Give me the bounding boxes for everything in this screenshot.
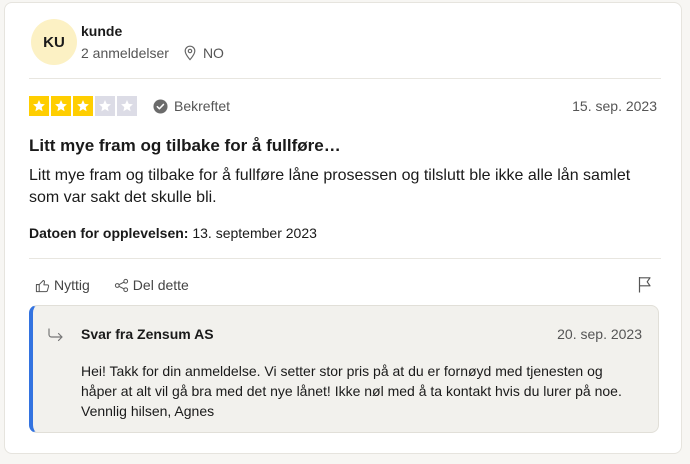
review-body-line: Litt mye fram og tilbake for å fullføre … [29,167,631,184]
flag-icon[interactable] [637,276,653,293]
review-card: KU kunde 2 anmeldelser NO Bekreftet 15. … [4,2,682,454]
review-body: Litt mye fram og tilbake for å fullføre … [29,165,659,209]
review-actions: Nyttig Del dette [35,277,189,293]
share-button[interactable]: Del dette [114,277,189,293]
star-icon [55,100,67,112]
star-empty [95,96,115,116]
reviewer-name[interactable]: kunde [81,23,122,39]
reply-arrow-icon [48,328,63,342]
star-filled [73,96,93,116]
reply-date: 20. sep. 2023 [557,326,642,342]
star-icon [99,100,111,112]
review-date: 15. sep. 2023 [572,98,657,114]
star-icon [121,100,133,112]
check-circle-icon [153,98,168,114]
location-pin-icon [184,45,196,61]
thumbs-up-icon [35,279,50,292]
reply-line: Vennlig hilsen, Agnes [81,403,215,419]
experience-label: Datoen for opplevelsen: [29,225,189,241]
star-icon [33,100,45,112]
review-count: 2 anmeldelser [81,45,169,61]
verified-badge[interactable]: Bekreftet [153,98,230,114]
review-title[interactable]: Litt mye fram og tilbake for å fullføre… [29,136,341,156]
share-icon [114,278,128,292]
experience-date: Datoen for opplevelsen: 13. september 20… [29,225,317,241]
star-filled [51,96,71,116]
divider [29,78,661,79]
review-body-line: som var sakt det skulle bli. [29,189,217,206]
reply-title: Svar fra Zensum AS [81,326,214,342]
star-filled [29,96,49,116]
company-reply: Svar fra Zensum AS 20. sep. 2023 Hei! Ta… [29,305,659,433]
reviewer-meta: 2 anmeldelser NO [81,45,224,61]
star-icon [77,100,89,112]
verified-label: Bekreftet [174,98,231,114]
star-rating [29,96,137,116]
reviewer-country: NO [202,45,224,61]
reply-line: håper at alt vil gå bra med det nye låne… [81,383,622,399]
useful-button[interactable]: Nyttig [35,277,90,293]
reply-line: Hei! Takk for din anmeldelse. Vi setter … [81,363,603,379]
star-empty [117,96,137,116]
reply-text: Hei! Takk for din anmeldelse. Vi setter … [81,361,647,421]
experience-value: 13. september 2023 [188,225,317,241]
divider [29,258,661,259]
share-label: Del dette [132,277,189,293]
avatar[interactable]: KU [31,19,77,65]
useful-label: Nyttig [54,277,90,293]
